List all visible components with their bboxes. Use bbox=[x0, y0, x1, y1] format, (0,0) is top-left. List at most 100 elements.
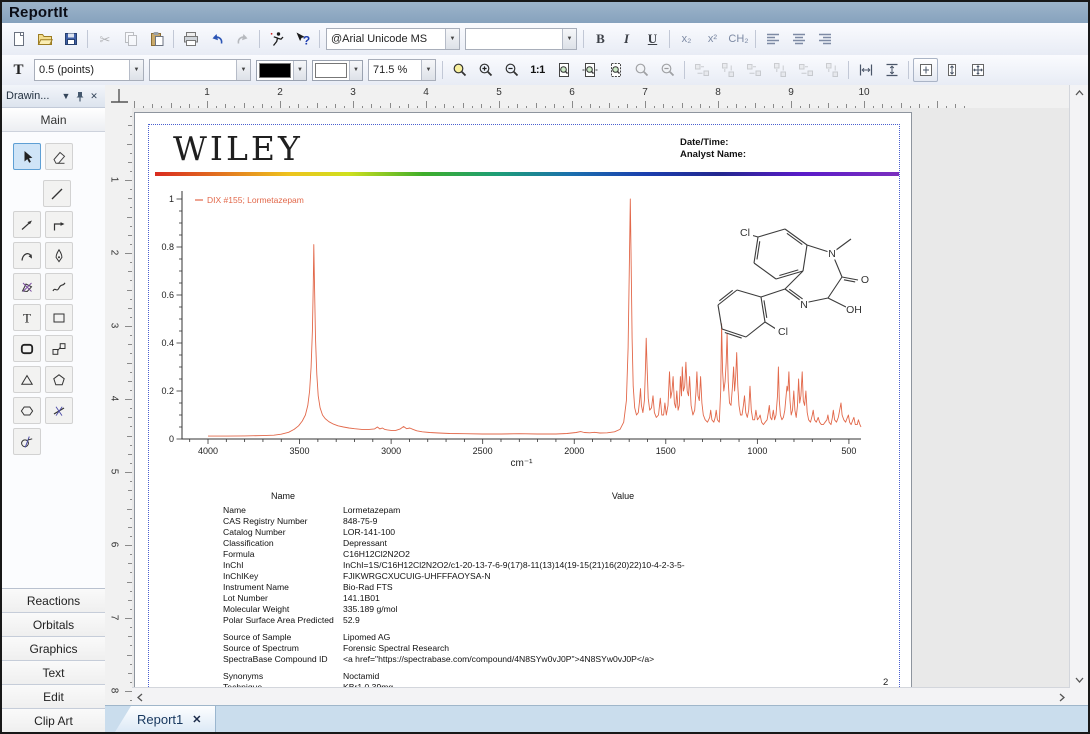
tab-report1[interactable]: Report1 ✕ bbox=[115, 706, 216, 732]
wiley-logo[interactable]: WILEY bbox=[173, 129, 303, 168]
distribute-v-button[interactable] bbox=[819, 58, 844, 82]
scroll-right-icon[interactable] bbox=[1054, 688, 1070, 706]
scroll-up-icon[interactable] bbox=[1070, 85, 1088, 101]
pen-tool[interactable] bbox=[45, 242, 73, 269]
fit-height-button[interactable] bbox=[939, 58, 964, 82]
compound-info-table[interactable]: NameValueNameLormetazepamCAS Registry Nu… bbox=[223, 491, 903, 688]
text-tool[interactable]: T bbox=[13, 304, 41, 331]
save-button[interactable] bbox=[58, 27, 83, 51]
zoom-out-button[interactable] bbox=[499, 58, 524, 82]
ring-strike-tool[interactable] bbox=[13, 428, 41, 455]
center-on-page-button[interactable] bbox=[913, 58, 938, 82]
context-help-button[interactable]: ? bbox=[290, 27, 315, 51]
arc-arrow-tool[interactable] bbox=[13, 242, 41, 269]
chevron-down-icon[interactable]: ▼ bbox=[236, 60, 250, 80]
zoom-out-alt-button[interactable] bbox=[655, 58, 680, 82]
paste-button[interactable] bbox=[144, 27, 169, 51]
space-equal-h-button[interactable] bbox=[853, 58, 878, 82]
close-icon[interactable]: ✕ bbox=[87, 89, 101, 103]
sidebar-item-graphics[interactable]: Graphics bbox=[2, 637, 105, 661]
date-time-label[interactable]: Date/Time: bbox=[680, 137, 728, 148]
align-objects-center-button[interactable] bbox=[715, 58, 740, 82]
open-button[interactable] bbox=[32, 27, 57, 51]
freehand-tool[interactable] bbox=[45, 273, 73, 300]
align-objects-left-button[interactable] bbox=[689, 58, 714, 82]
chevron-down-icon[interactable]: ▼ bbox=[59, 89, 73, 103]
zoom-in-button[interactable] bbox=[473, 58, 498, 82]
align-objects-right-button[interactable] bbox=[741, 58, 766, 82]
sidebar-item-edit[interactable]: Edit bbox=[2, 685, 105, 709]
linked-shapes-tool[interactable] bbox=[45, 335, 73, 362]
chevron-down-icon[interactable]: ▼ bbox=[349, 61, 362, 80]
fit-page-button[interactable] bbox=[551, 58, 576, 82]
redo-button[interactable] bbox=[230, 27, 255, 51]
sidebar-section-main[interactable]: Main bbox=[2, 108, 105, 132]
polygon-arrow-tool[interactable] bbox=[13, 273, 41, 300]
font-family-combo[interactable]: @Arial Unicode MS▼ bbox=[326, 28, 460, 50]
bold-button[interactable]: B bbox=[588, 27, 613, 51]
align-objects-top-button[interactable] bbox=[767, 58, 792, 82]
stroke-width-combo[interactable]: 0.5 (points)▼ bbox=[34, 59, 144, 81]
sidebar-item-reactions[interactable]: Reactions bbox=[2, 589, 105, 613]
zoom-area-button[interactable] bbox=[447, 58, 472, 82]
chevron-down-icon[interactable]: ▼ bbox=[445, 29, 459, 49]
fit-both-button[interactable] bbox=[965, 58, 990, 82]
vertical-scrollbar[interactable] bbox=[1069, 85, 1088, 688]
text-size-button[interactable]: T bbox=[6, 58, 31, 82]
line-tool[interactable] bbox=[43, 180, 71, 207]
arrow-tool[interactable] bbox=[13, 211, 41, 238]
run-tool-button[interactable] bbox=[264, 27, 289, 51]
rounded-rectangle-tool[interactable] bbox=[13, 335, 41, 362]
pin-icon[interactable] bbox=[73, 89, 87, 103]
pentagon-tool[interactable] bbox=[45, 366, 73, 393]
analyst-name-label[interactable]: Analyst Name: bbox=[680, 149, 746, 160]
tab-close-icon[interactable]: ✕ bbox=[192, 713, 201, 726]
underline-button[interactable]: U bbox=[640, 27, 665, 51]
align-center-button[interactable] bbox=[786, 27, 811, 51]
font-size-combo[interactable]: ▼ bbox=[465, 28, 577, 50]
align-right-button[interactable] bbox=[812, 27, 837, 51]
sidebar-item-orbitals[interactable]: Orbitals bbox=[2, 613, 105, 637]
ruler-tick bbox=[125, 399, 132, 400]
report-page[interactable]: WILEY Date/Time: Analyst Name: 400035003… bbox=[134, 112, 912, 688]
italic-button[interactable]: I bbox=[614, 27, 639, 51]
sidebar-item-text[interactable]: Text bbox=[2, 661, 105, 685]
chevron-down-icon[interactable]: ▼ bbox=[421, 60, 435, 80]
scroll-left-icon[interactable] bbox=[132, 688, 148, 706]
chevron-down-icon[interactable]: ▼ bbox=[129, 60, 143, 80]
print-button[interactable] bbox=[178, 27, 203, 51]
sidebar-item-clip-art[interactable]: Clip Art bbox=[2, 709, 105, 732]
fill-color-swatch[interactable]: ▼ bbox=[312, 60, 363, 81]
line-style-combo[interactable]: ▼ bbox=[149, 59, 251, 81]
triangle-tool[interactable] bbox=[13, 366, 41, 393]
actual-size-button[interactable]: 1:1 bbox=[525, 58, 550, 82]
space-equal-v-button[interactable] bbox=[879, 58, 904, 82]
select-tool[interactable] bbox=[13, 143, 41, 170]
rectangle-tool[interactable] bbox=[45, 304, 73, 331]
chevron-down-icon[interactable]: ▼ bbox=[293, 61, 306, 80]
crossed-bond-tool[interactable] bbox=[45, 397, 73, 424]
document-viewport[interactable]: WILEY Date/Time: Analyst Name: 400035003… bbox=[132, 108, 1070, 688]
superscript-button[interactable]: x² bbox=[700, 27, 725, 51]
molecule-structure[interactable]: ClNOOHNCl bbox=[701, 209, 896, 349]
hexagon-tool[interactable] bbox=[13, 397, 41, 424]
eraser-tool[interactable] bbox=[45, 143, 73, 170]
subscript-button[interactable]: x₂ bbox=[674, 27, 699, 51]
copy-button[interactable] bbox=[118, 27, 143, 51]
scroll-down-icon[interactable] bbox=[1070, 672, 1088, 688]
double-bond bbox=[787, 233, 802, 244]
undo-button[interactable] bbox=[204, 27, 229, 51]
elbow-arrow-tool[interactable] bbox=[45, 211, 73, 238]
distribute-h-button[interactable] bbox=[793, 58, 818, 82]
fit-width-button[interactable] bbox=[577, 58, 602, 82]
cut-button[interactable]: ✂ bbox=[92, 27, 117, 51]
line-color-swatch[interactable]: ▼ bbox=[256, 60, 307, 81]
align-left-button[interactable] bbox=[760, 27, 785, 51]
new-document-button[interactable] bbox=[6, 27, 31, 51]
chevron-down-icon[interactable]: ▼ bbox=[562, 29, 576, 49]
zoom-level-combo[interactable]: 71.5 %▼ bbox=[368, 59, 436, 81]
fit-selection-button[interactable] bbox=[603, 58, 628, 82]
chem-format-button[interactable]: CH₂ bbox=[726, 27, 751, 51]
horizontal-scroll bar[interactable] bbox=[132, 687, 1070, 706]
zoom-previous-button[interactable] bbox=[629, 58, 654, 82]
